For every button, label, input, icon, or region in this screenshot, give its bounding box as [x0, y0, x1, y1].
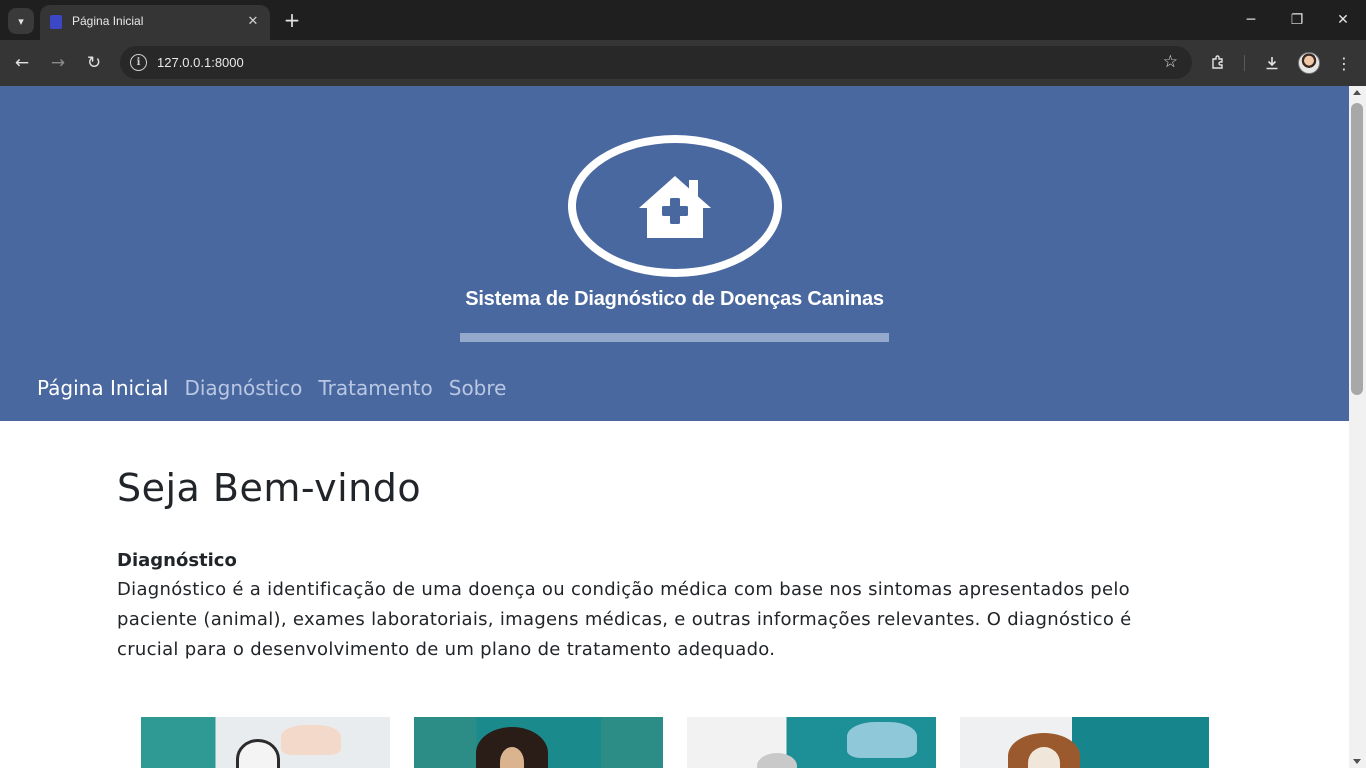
title-underline-bar [460, 333, 889, 342]
new-tab-icon[interactable]: + [280, 8, 304, 32]
section-title: Diagnóstico [117, 550, 237, 571]
close-window-icon[interactable]: ✕ [1320, 6, 1366, 34]
page-title: Seja Bem-vindo [117, 466, 422, 510]
browser-toolbar: ← → ↻ i 127.0.0.1:8000 ☆ ⋮ [0, 40, 1366, 86]
address-bar[interactable]: i 127.0.0.1:8000 ☆ [120, 46, 1192, 79]
minimize-icon[interactable]: ─ [1228, 6, 1274, 34]
scroll-down-icon[interactable] [1353, 759, 1361, 764]
forward-icon[interactable]: → [44, 49, 72, 77]
house-medical-icon [639, 176, 711, 238]
scroll-up-icon[interactable] [1353, 90, 1361, 95]
nav-item-diagnostico[interactable]: Diagnóstico [184, 376, 302, 400]
site-title: Sistema de Diagnóstico de Doenças Canina… [465, 288, 884, 310]
main-content: Seja Bem-vindo Diagnóstico Diagnóstico é… [117, 466, 1217, 665]
main-nav: Página Inicial Diagnóstico Tratamento So… [37, 376, 506, 400]
restore-icon[interactable]: ❐ [1274, 6, 1320, 34]
profile-avatar[interactable] [1298, 52, 1320, 74]
scroll-thumb[interactable] [1351, 103, 1363, 395]
vet-photo-3 [687, 717, 936, 768]
extensions-icon[interactable] [1204, 49, 1232, 77]
browser-tab-strip: ▾ Página Inicial ✕ + ─ ❐ ✕ [0, 0, 1366, 40]
tab-search-icon[interactable]: ▾ [8, 8, 34, 34]
more-menu-icon[interactable]: ⋮ [1330, 49, 1358, 77]
nav-item-home[interactable]: Página Inicial [37, 376, 168, 400]
bookmark-star-icon[interactable]: ☆ [1163, 52, 1178, 72]
nav-item-tratamento[interactable]: Tratamento [318, 376, 432, 400]
vet-photo-4 [960, 717, 1209, 768]
vet-photo-1 [141, 717, 390, 768]
download-icon[interactable] [1258, 49, 1286, 77]
tab-title: Página Inicial [72, 14, 144, 28]
close-tab-icon[interactable]: ✕ [244, 12, 262, 30]
toolbar-separator [1244, 55, 1245, 71]
tab-favicon-icon [50, 15, 62, 29]
reload-icon[interactable]: ↻ [80, 49, 108, 77]
browser-tab[interactable]: Página Inicial ✕ [40, 5, 270, 40]
page-scrollbar[interactable] [1349, 86, 1366, 768]
site-info-icon[interactable]: i [130, 54, 147, 71]
vet-photo-2 [414, 717, 663, 768]
url-text[interactable]: 127.0.0.1:8000 [157, 55, 244, 70]
site-header: Sistema de Diagnóstico de Doenças Canina… [0, 86, 1349, 421]
page-viewport: Sistema de Diagnóstico de Doenças Canina… [0, 86, 1349, 768]
section-text: Diagnóstico é a identificação de uma doe… [117, 579, 1132, 660]
back-icon[interactable]: ← [8, 49, 36, 77]
nav-item-sobre[interactable]: Sobre [449, 376, 507, 400]
